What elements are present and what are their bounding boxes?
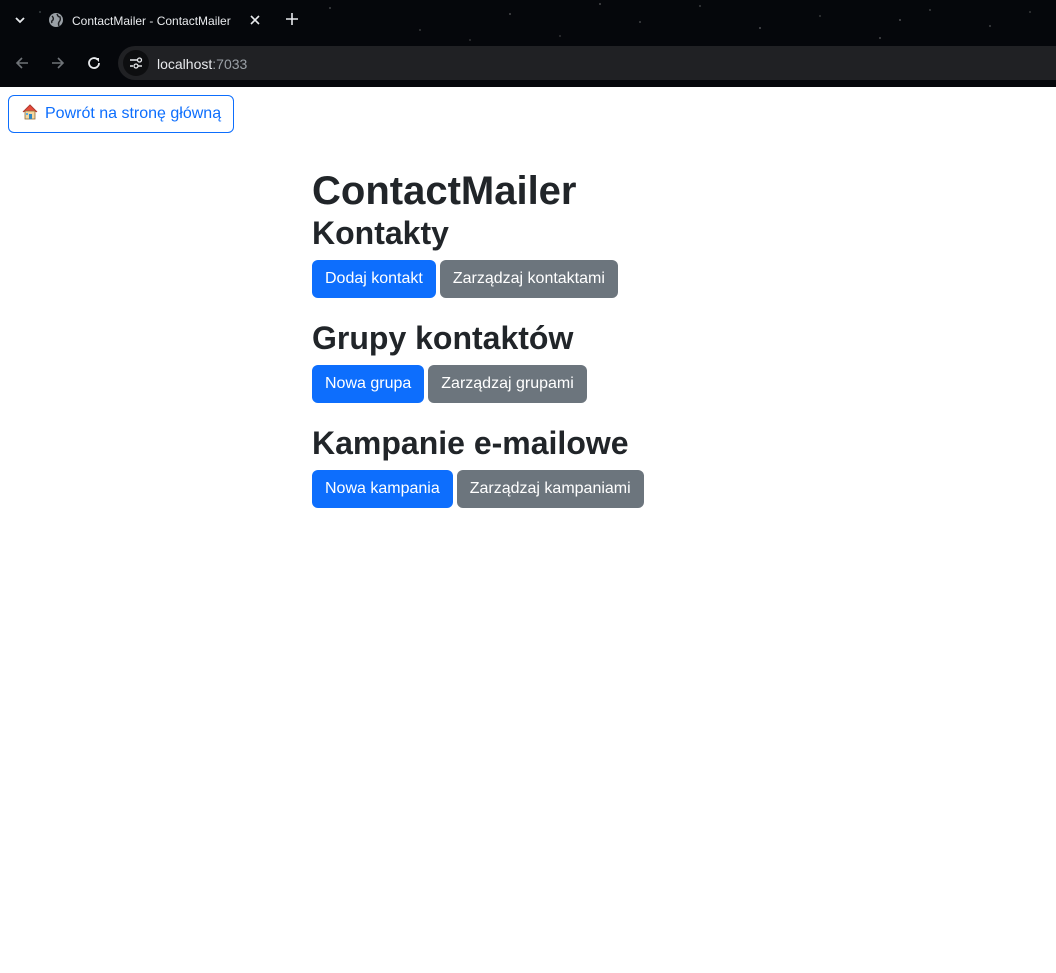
tab-title: ContactMailer - ContactMailer: [72, 14, 231, 28]
url-host: localhost: [157, 56, 213, 72]
manage-campaigns-button[interactable]: Zarządzaj kampaniami: [456, 470, 644, 508]
tab-strip: ContactMailer - ContactMailer: [0, 0, 1056, 42]
section-contacts: Kontakty Dodaj kontakt Zarządzaj kontakt…: [312, 213, 912, 298]
section-title: Kampanie e-mailowe: [312, 425, 629, 461]
section-title: Kontakty: [312, 215, 449, 251]
browser-tab[interactable]: ContactMailer - ContactMailer: [40, 2, 272, 40]
section-campaigns: Kampanie e-mailowe Nowa kampania Zarządz…: [312, 423, 912, 508]
home-button-label: Powrót na stronę główną: [45, 105, 222, 122]
reload-icon[interactable]: [82, 51, 106, 75]
browser-toolbar: localhost:7033: [0, 42, 1056, 84]
main-container: ContactMailer Kontakty Dodaj kontakt Zar…: [312, 167, 912, 530]
button-row: Dodaj kontakt Zarządzaj kontaktami: [312, 260, 912, 298]
house-icon: [21, 103, 39, 126]
new-campaign-button[interactable]: Nowa kampania: [312, 470, 453, 508]
new-tab-plus-icon[interactable]: [282, 9, 302, 29]
back-arrow-icon[interactable]: [10, 51, 34, 75]
tab-search-chevron-icon[interactable]: [8, 8, 32, 32]
globe-icon: [48, 12, 64, 28]
address-bar[interactable]: localhost:7033: [118, 46, 1056, 80]
url-text: localhost:7033: [157, 56, 247, 72]
button-row: Nowa kampania Zarządzaj kampaniami: [312, 470, 912, 508]
page-title: ContactMailer: [312, 169, 577, 213]
site-settings-icon[interactable]: [123, 50, 149, 76]
url-port: :7033: [212, 56, 248, 72]
manage-groups-button[interactable]: Zarządzaj grupami: [428, 365, 587, 403]
add-contact-button[interactable]: Dodaj kontakt: [312, 260, 436, 298]
forward-arrow-icon[interactable]: [46, 51, 70, 75]
manage-contacts-button[interactable]: Zarządzaj kontaktami: [439, 260, 618, 298]
button-row: Nowa grupa Zarządzaj grupami: [312, 365, 912, 403]
home-button[interactable]: Powrót na stronę główną: [8, 95, 235, 133]
new-group-button[interactable]: Nowa grupa: [312, 365, 425, 403]
section-groups: Grupy kontaktów Nowa grupa Zarządzaj gru…: [312, 318, 912, 403]
page-content: Powrót na stronę główną ContactMailer Ko…: [0, 87, 1056, 973]
close-tab-icon[interactable]: [246, 11, 264, 29]
browser-chrome: ContactMailer - ContactMailer localhost:…: [0, 0, 1056, 87]
section-title: Grupy kontaktów: [312, 320, 574, 356]
